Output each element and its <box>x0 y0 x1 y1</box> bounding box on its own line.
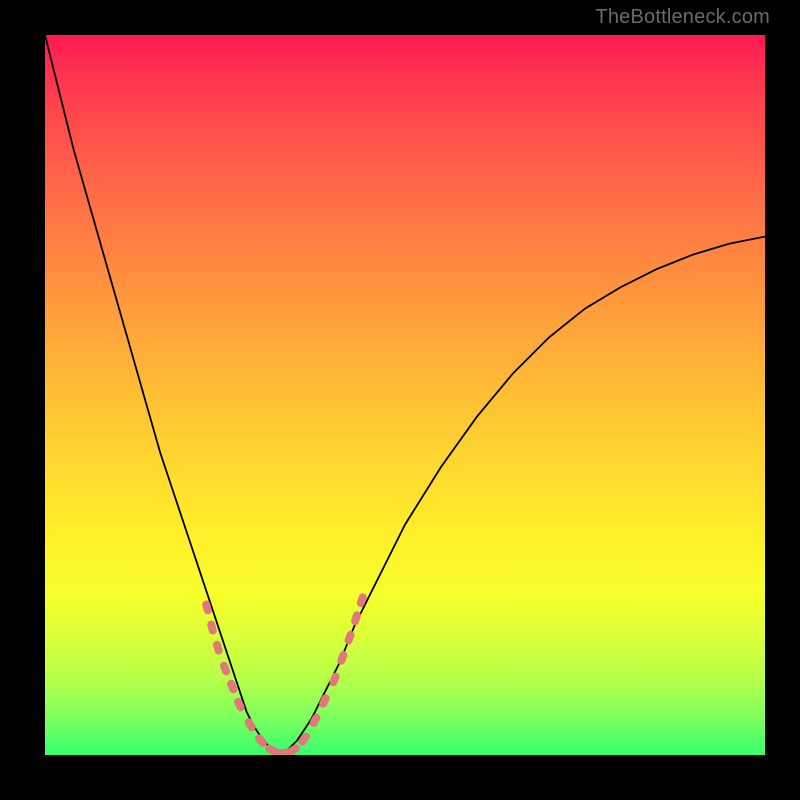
plot-area <box>45 35 765 755</box>
curve-right-path <box>283 237 765 755</box>
curve-marker <box>328 671 341 687</box>
curve-marker <box>336 650 348 666</box>
chart-stage: TheBottleneck.com <box>0 0 800 800</box>
curve-marker <box>219 661 231 677</box>
curve-marker <box>343 630 355 646</box>
curve-marker <box>212 640 224 656</box>
plot-svg <box>45 35 765 755</box>
marker-group <box>201 592 367 755</box>
curve-marker <box>356 592 368 608</box>
watermark-text: TheBottleneck.com <box>595 6 770 29</box>
curve-marker <box>243 717 257 733</box>
curve-left-path <box>45 35 283 755</box>
curve-marker <box>297 731 312 747</box>
